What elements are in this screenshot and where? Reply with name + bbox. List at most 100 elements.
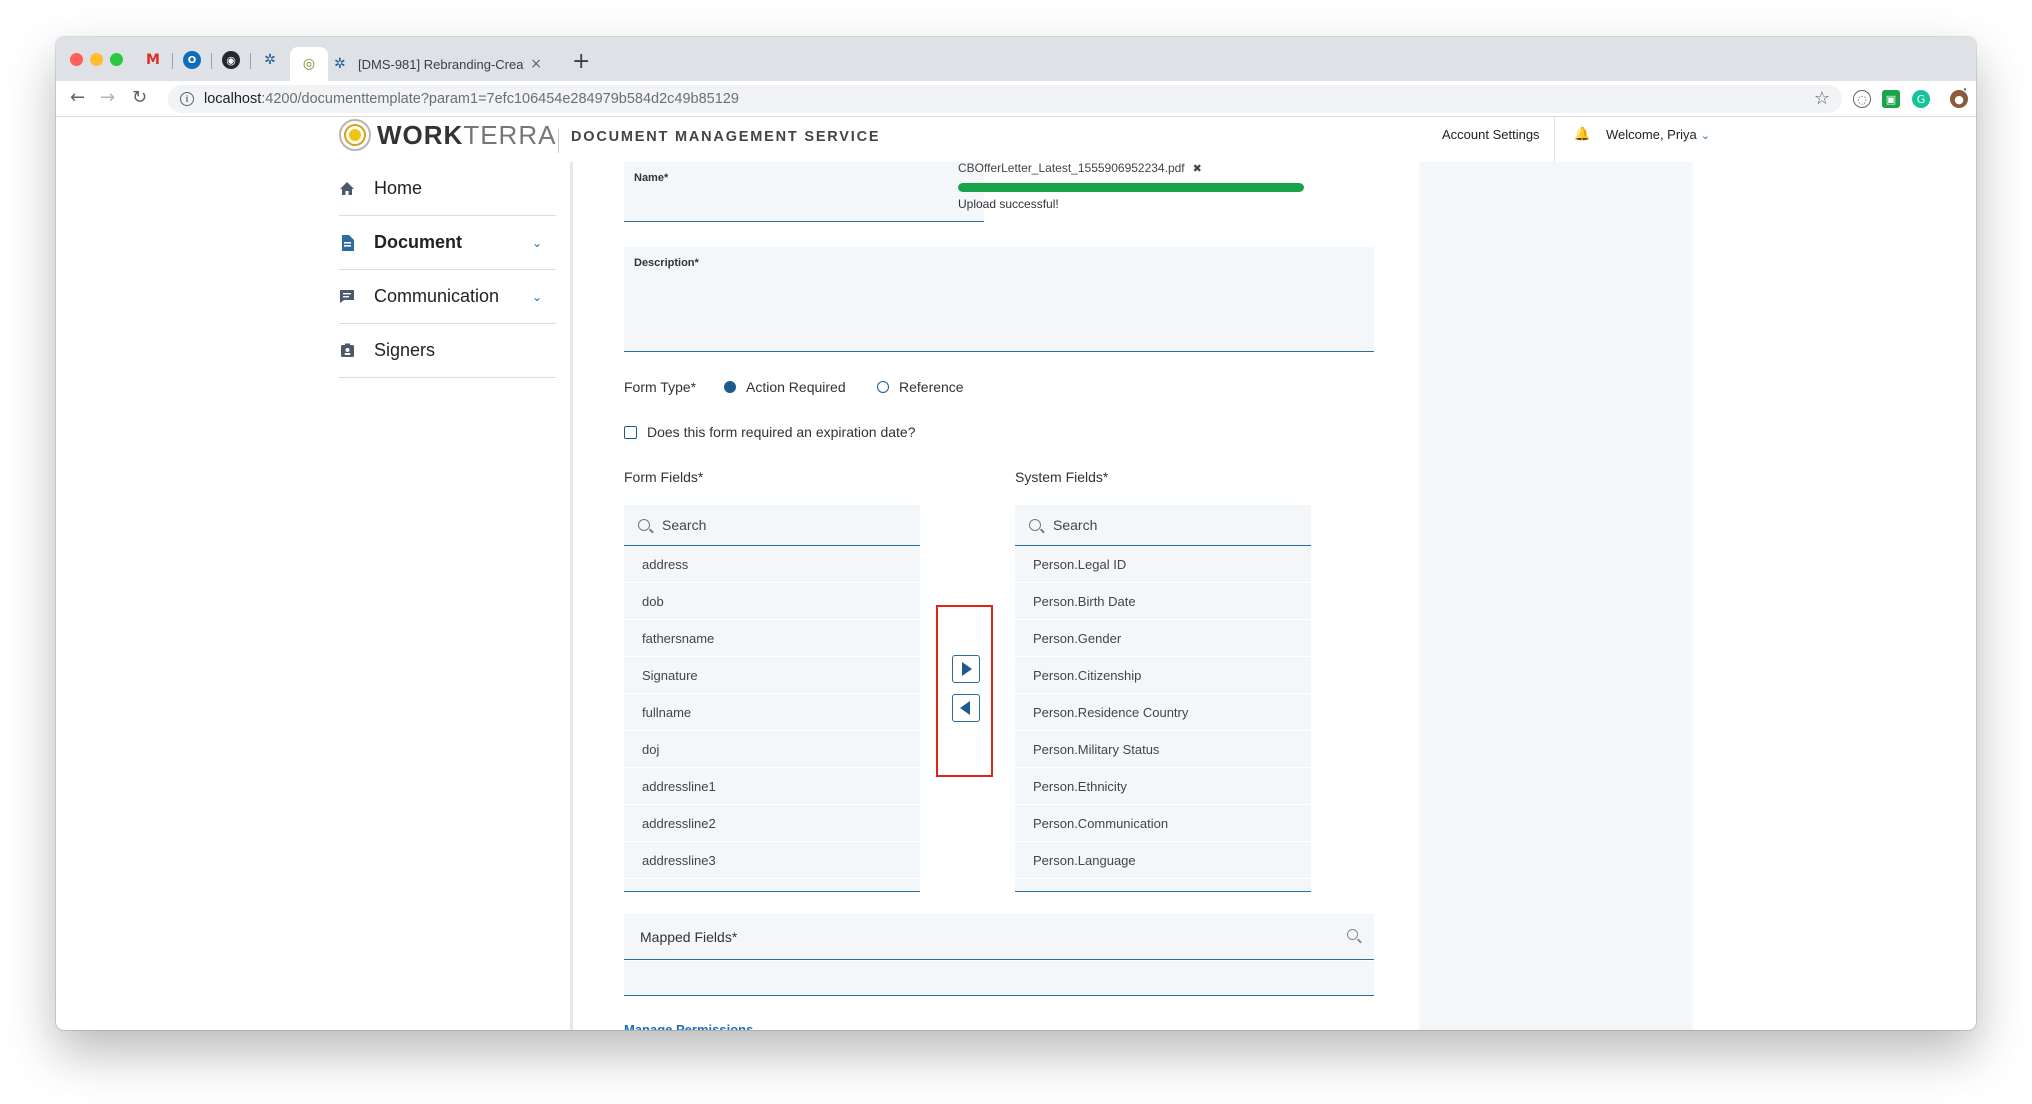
pinned-tab-jira[interactable]: ✲ — [251, 47, 289, 73]
user-menu[interactable]: Welcome, Priya ⌄ — [1606, 127, 1710, 142]
list-item[interactable]: Person.Birth Date — [1015, 583, 1311, 620]
chevron-down-icon[interactable]: ⌄ — [532, 236, 542, 250]
list-item[interactable]: address — [624, 546, 920, 583]
upload-progress-bar — [958, 183, 1304, 192]
list-item[interactable]: Person.Gender — [1015, 620, 1311, 657]
site-info-icon[interactable]: i — [180, 92, 194, 106]
workterra-icon: ◎ — [302, 56, 316, 72]
arrow-right-icon — [962, 662, 972, 676]
sidebar-item-signers[interactable]: Signers — [339, 324, 556, 378]
name-label: Name* — [634, 172, 669, 184]
badge-icon — [339, 343, 355, 359]
service-title: DOCUMENT MANAGEMENT SERVICE — [571, 129, 881, 145]
description-field[interactable]: Description* — [624, 247, 1374, 352]
pinned-tab-github[interactable]: ◉ — [212, 47, 250, 73]
welcome-text: Welcome, Priya — [1606, 127, 1697, 142]
sidebar-item-communication[interactable]: Communication ⌄ — [339, 270, 556, 324]
list-item[interactable]: fathersname — [624, 620, 920, 657]
chevron-down-icon: ⌄ — [1700, 129, 1711, 142]
uploaded-filename: CBOfferLetter_Latest_1555906952234.pdf ✖ — [958, 161, 1202, 175]
tab-active-jira[interactable]: ✲ [DMS-981] Rebranding-Create × — [324, 47, 552, 81]
jira-icon: ✲ — [264, 52, 276, 68]
minimize-window-button[interactable] — [90, 53, 103, 66]
chat-icon — [339, 289, 355, 305]
sidebar-item-home[interactable]: Home — [339, 162, 556, 216]
list-item[interactable]: Person.Language — [1015, 842, 1311, 879]
right-panel — [1419, 162, 1693, 1030]
name-field[interactable]: Name* — [624, 162, 984, 222]
grammarly-icon[interactable]: G — [1912, 90, 1930, 108]
list-item[interactable]: Person.Communication — [1015, 805, 1311, 842]
system-fields-search[interactable]: Search — [1015, 505, 1311, 546]
list-item[interactable]: addressline3 — [624, 842, 920, 879]
move-right-button[interactable] — [952, 655, 980, 683]
list-item[interactable]: Person.Residence Country — [1015, 694, 1311, 731]
list-item[interactable]: addressline1 — [624, 768, 920, 805]
search-icon[interactable] — [1347, 929, 1358, 940]
list-item[interactable]: Person.Citizenship — [1015, 657, 1311, 694]
form-type-label: Form Type* — [624, 379, 697, 395]
back-icon[interactable]: ← — [70, 87, 85, 108]
tab-title: [DMS-981] Rebranding-Create — [358, 56, 525, 72]
search-icon — [1029, 519, 1041, 531]
list-item[interactable]: Person.Legal ID — [1015, 546, 1311, 583]
list-item[interactable]: doj — [624, 731, 920, 768]
radio-selected-icon — [724, 381, 736, 393]
bell-icon[interactable]: 🔔 — [1574, 127, 1590, 142]
tab-strip: M O ◉ ✲ ◎ ✲ [DMS-981] Rebranding-Create … — [56, 37, 1976, 81]
home-icon — [339, 181, 355, 197]
sidebar-item-document[interactable]: Document ⌄ — [339, 216, 556, 270]
browser-window: M O ◉ ✲ ◎ ✲ [DMS-981] Rebranding-Create … — [56, 37, 1976, 1030]
list-item[interactable]: Signature — [624, 657, 920, 694]
expiration-checkbox[interactable]: Does this form required an expiration da… — [624, 424, 915, 440]
sidebar-item-label: Signers — [374, 340, 436, 360]
new-tab-button[interactable]: + — [572, 49, 590, 74]
mapped-fields-header: Mapped Fields* — [624, 914, 1374, 960]
description-label: Description* — [634, 257, 699, 269]
manage-permissions-link[interactable]: Manage Permissions — [624, 1021, 753, 1030]
zoom-window-button[interactable] — [110, 53, 123, 66]
sidebar-item-label: Communication — [374, 286, 500, 306]
tab-close-icon[interactable]: × — [530, 56, 542, 72]
workterra-logo[interactable]: WORK TERRA — [339, 119, 556, 151]
list-item[interactable]: Person.Ethnicity — [1015, 768, 1311, 805]
transfer-highlight-frame — [936, 605, 993, 777]
upload-status-text: Upload successful! — [958, 197, 1059, 211]
radio-unselected-icon — [877, 381, 889, 393]
sidebar-nav: Home Document ⌄ Communication ⌄ Signers — [339, 162, 556, 378]
sidebar-item-label: Document — [374, 232, 463, 252]
gmail-icon: M — [146, 52, 160, 68]
checkbox-icon[interactable] — [624, 425, 637, 439]
star-icon[interactable]: ☆ — [1814, 88, 1830, 109]
list-item[interactable]: addressline2 — [624, 805, 920, 842]
search-icon — [638, 519, 650, 531]
pinned-tab-workterra[interactable]: ◎ — [290, 47, 328, 81]
reload-icon[interactable]: ↻ — [132, 87, 147, 108]
sidebar-item-label: Home — [374, 178, 423, 198]
jira-icon: ✲ — [334, 56, 346, 72]
list-item[interactable]: fullname — [624, 694, 920, 731]
remove-file-icon[interactable]: ✖ — [1193, 162, 1202, 175]
system-fields-label: System Fields* — [1015, 469, 1109, 485]
account-settings-link[interactable]: Account Settings — [1442, 127, 1540, 142]
document-icon — [339, 234, 355, 251]
mapped-fields-area[interactable] — [624, 961, 1374, 996]
form-fields-search[interactable]: Search — [624, 505, 920, 546]
move-left-button[interactable] — [952, 694, 980, 722]
arrow-left-icon — [960, 701, 970, 715]
mapped-fields-label: Mapped Fields* — [640, 928, 738, 945]
extension-icon[interactable]: ◌ — [1853, 90, 1871, 108]
forward-icon[interactable]: → — [100, 87, 115, 108]
close-window-button[interactable] — [70, 53, 83, 66]
pinned-tab-gmail[interactable]: M — [134, 47, 172, 73]
sidebar-divider — [570, 162, 573, 1030]
extension-icon[interactable]: ▣ — [1882, 90, 1900, 108]
address-bar[interactable]: i localhost:4200/documenttemplate?param1… — [168, 85, 1842, 113]
list-item[interactable]: Person.Military Status — [1015, 731, 1311, 768]
list-item[interactable]: dob — [624, 583, 920, 620]
pinned-tab-outlook[interactable]: O — [173, 47, 211, 73]
radio-reference[interactable]: Reference — [877, 379, 964, 395]
radio-action-required[interactable]: Action Required — [724, 379, 846, 395]
chevron-down-icon[interactable]: ⌄ — [532, 290, 542, 304]
more-icon[interactable]: ⋮ — [1956, 85, 1974, 106]
